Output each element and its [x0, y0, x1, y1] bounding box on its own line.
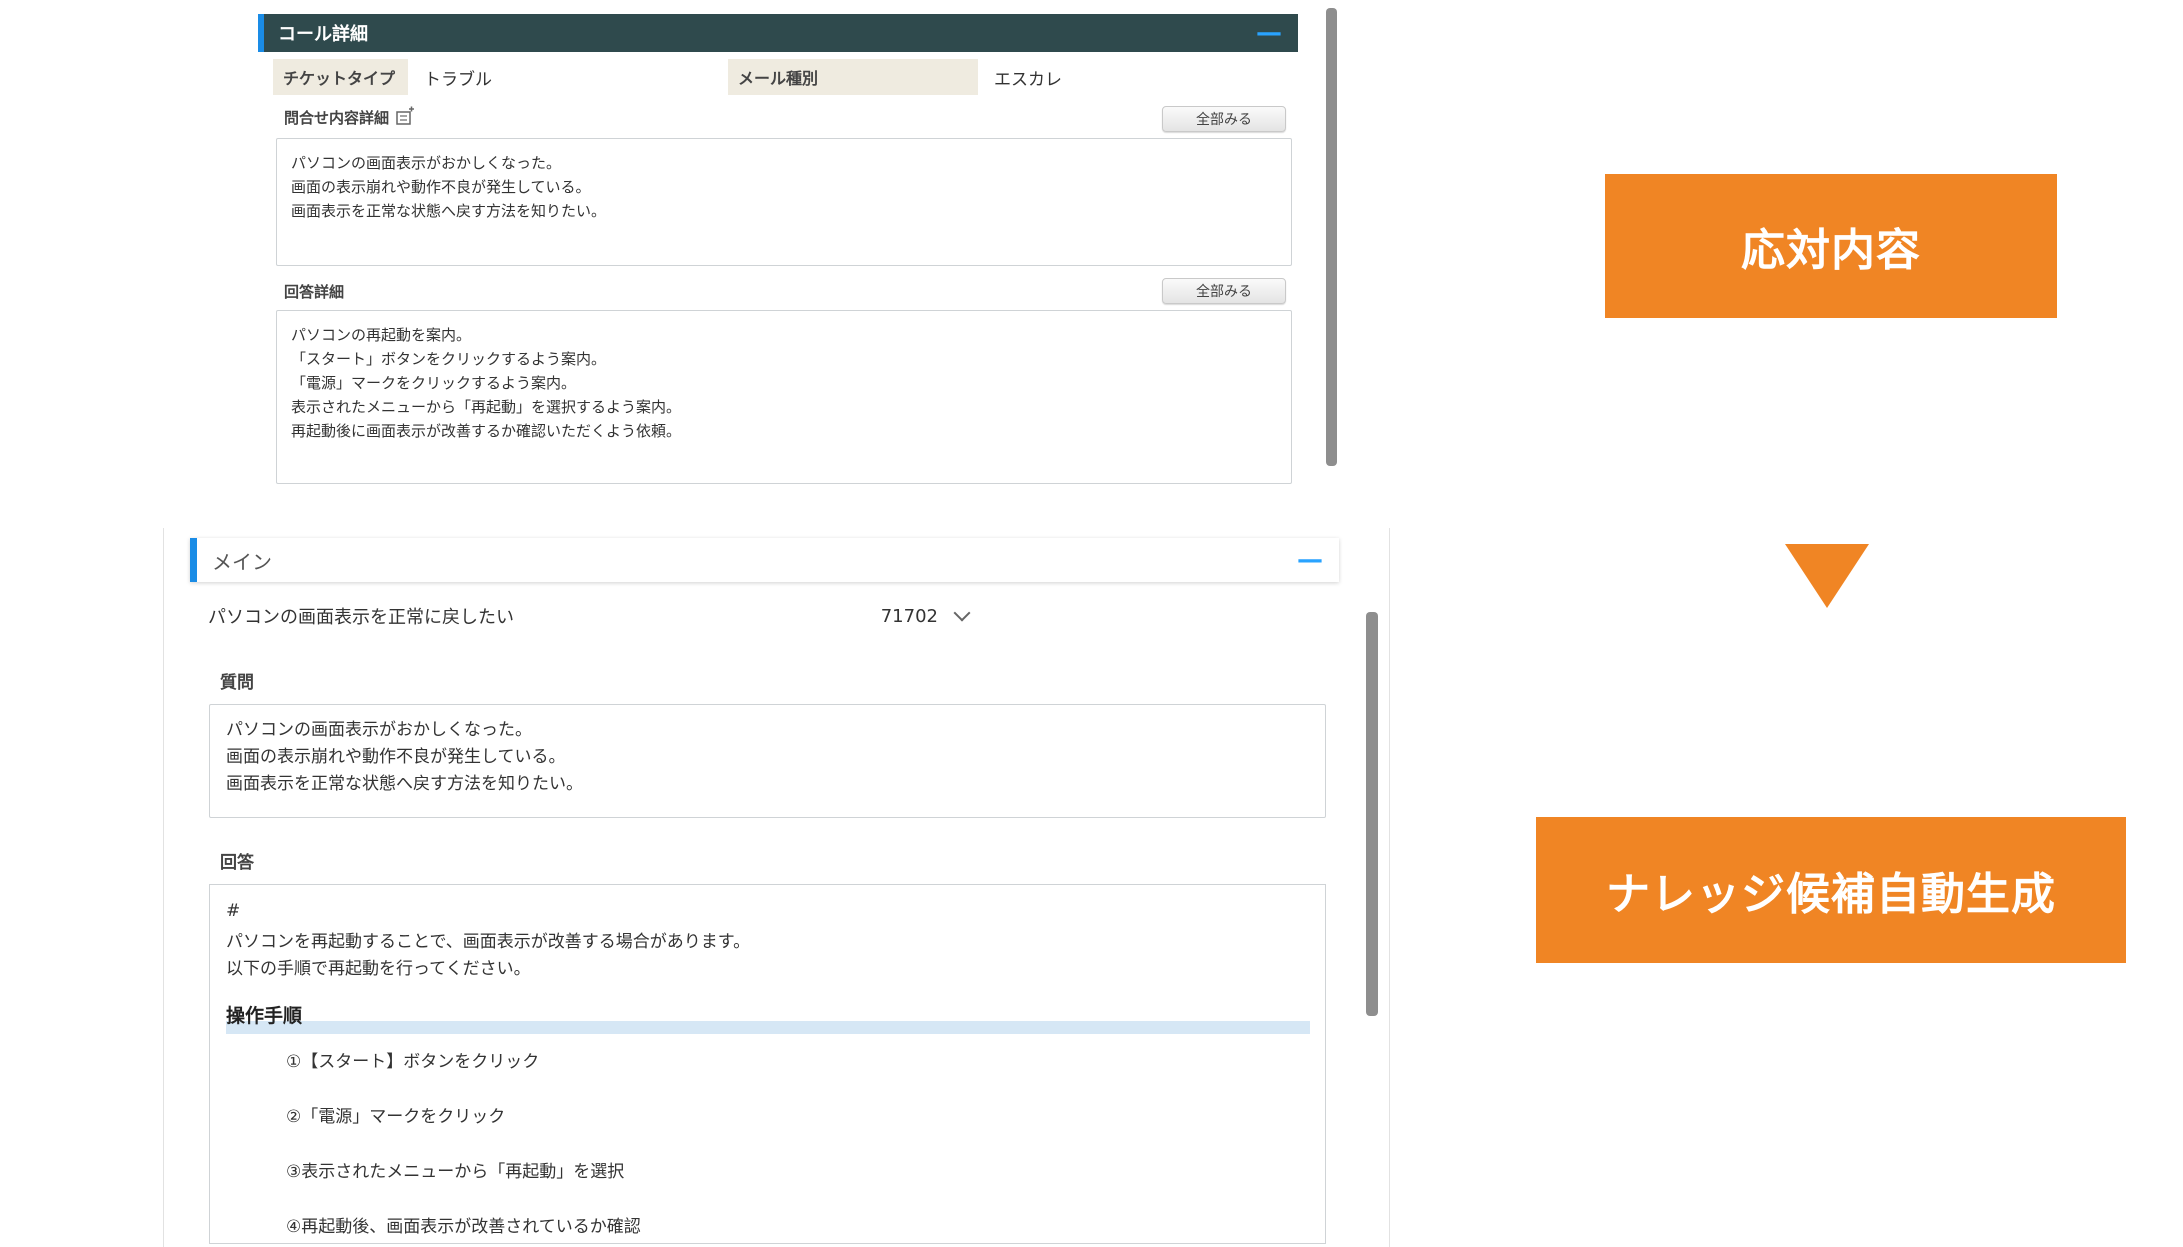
- call-detail-header[interactable]: コール詳細 —: [258, 14, 1298, 52]
- answer-hash: #: [226, 901, 241, 921]
- mail-type-value: エスカレ: [994, 69, 1062, 90]
- step-item: ②「電源」マークをクリック: [286, 1107, 506, 1127]
- inquiry-line: 画面の表示崩れや動作不良が発生している。: [291, 178, 591, 196]
- call-detail-panel: コール詳細 — チケットタイプ トラブル メール種別 エスカレ 問合せ内容詳細 …: [258, 14, 1298, 484]
- knowledge-select[interactable]: パソコンの画面表示を正常に戻したい 71702: [208, 600, 971, 632]
- steps-heading: 操作手順: [226, 1001, 1310, 1034]
- answer-show-all-button[interactable]: 全部みる: [1162, 278, 1286, 304]
- edit-note-icon[interactable]: [395, 106, 417, 128]
- step-item: ④再起動後、画面表示が改善されているか確認: [286, 1217, 641, 1237]
- inquiry-detail-textbox[interactable]: パソコンの画面表示がおかしくなった。 画面の表示崩れや動作不良が発生している。 …: [276, 138, 1292, 266]
- answer-line: パソコンを再起動することで、画面表示が改善する場合があります。: [226, 932, 751, 952]
- inquiry-line: パソコンの画面表示がおかしくなった。: [291, 154, 562, 172]
- inquiry-show-all-button[interactable]: 全部みる: [1162, 106, 1286, 132]
- answer-line: 「スタート」ボタンをクリックするよう案内。: [291, 350, 607, 368]
- knowledge-title: パソコンの画面表示を正常に戻したい: [208, 607, 514, 628]
- question-line: 画面表示を正常な状態へ戻す方法を知りたい。: [226, 774, 583, 794]
- main-scrollbar[interactable]: [1366, 612, 1378, 1016]
- ticket-type-value: トラブル: [424, 69, 492, 90]
- heading-highlight: [226, 1021, 1310, 1034]
- answer-line: 以下の手順で再起動を行ってください。: [226, 959, 531, 979]
- main-header[interactable]: メイン —: [190, 538, 1339, 582]
- answer-line: 再起動後に画面表示が改善するか確認いただくよう依頼。: [291, 422, 682, 440]
- answer-line: 「電源」マークをクリックするよう案内。: [291, 374, 577, 392]
- question-label: 質問: [220, 673, 254, 693]
- main-title: メイン: [212, 549, 272, 574]
- answer-line: パソコンの再起動を案内。: [291, 326, 472, 344]
- mail-type-label: メール種別: [728, 59, 978, 95]
- call-detail-title: コール詳細: [278, 24, 368, 45]
- answer-textbox[interactable]: # パソコンを再起動することで、画面表示が改善する場合があります。 以下の手順で…: [209, 884, 1326, 1244]
- question-line: 画面の表示崩れや動作不良が発生している。: [226, 747, 566, 767]
- auto-generate-label: ナレッジ候補自動生成: [1536, 817, 2126, 963]
- collapse-icon[interactable]: —: [1256, 20, 1282, 46]
- inquiry-detail-label: 問合せ内容詳細: [284, 106, 417, 128]
- answer-detail-label: 回答詳細: [284, 282, 345, 301]
- main-panel: メイン — パソコンの画面表示を正常に戻したい 71702 質問 パソコンの画面…: [163, 528, 1390, 1247]
- inquiry-line: 画面表示を正常な状態へ戻す方法を知りたい。: [291, 202, 607, 220]
- ticket-type-label: チケットタイプ: [273, 59, 408, 95]
- response-content-label: 応対内容: [1605, 174, 2057, 318]
- step-item: ③表示されたメニューから「再起動」を選択: [286, 1162, 625, 1182]
- question-textbox[interactable]: パソコンの画面表示がおかしくなった。 画面の表示崩れや動作不良が発生している。 …: [209, 704, 1326, 818]
- answer-line: 表示されたメニューから「再起動」を選択するよう案内。: [291, 398, 682, 416]
- inquiry-detail-label-text: 問合せ内容詳細: [284, 108, 390, 127]
- step-item: ①【スタート】ボタンをクリック: [286, 1052, 540, 1072]
- chevron-down-icon[interactable]: [953, 604, 971, 622]
- collapse-icon[interactable]: —: [1297, 547, 1323, 573]
- question-line: パソコンの画面表示がおかしくなった。: [226, 720, 532, 740]
- call-detail-scrollbar[interactable]: [1326, 8, 1337, 466]
- down-arrow-icon: [1785, 544, 1869, 608]
- answer-detail-textbox[interactable]: パソコンの再起動を案内。 「スタート」ボタンをクリックするよう案内。 「電源」マ…: [276, 310, 1292, 484]
- steps-heading-text: 操作手順: [226, 1005, 303, 1027]
- answer-label: 回答: [220, 853, 254, 873]
- knowledge-id: 71702: [880, 605, 938, 627]
